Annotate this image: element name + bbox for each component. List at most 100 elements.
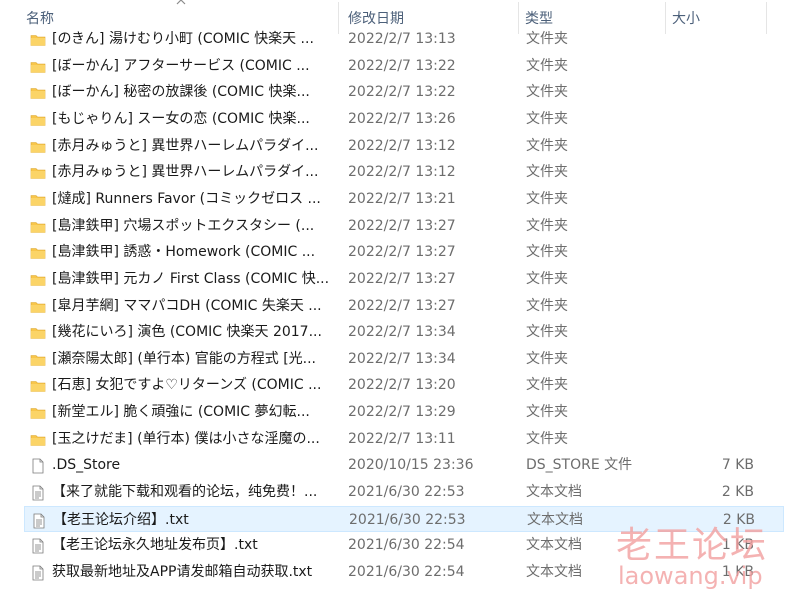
folder-icon [30,191,46,207]
item-type: 文件夹 [526,31,568,47]
item-date-modified: 2022/2/7 13:22 [348,84,456,101]
item-name: [もじゃりん] スー女の恋 (COMIC 快楽... [52,110,310,127]
folder-icon [30,58,46,74]
folder-icon [30,84,46,100]
folder-icon [30,111,46,127]
folder-icon [30,298,46,314]
item-date-modified: 2022/2/7 13:27 [348,270,456,287]
item-type: 文件夹 [526,244,568,261]
item-type: 文件夹 [526,137,568,154]
item-name: [島津鉄甲] 誘惑・Homework (COMIC ... [52,244,316,261]
item-type: 文件夹 [526,350,568,367]
item-date-modified: 2022/2/7 13:12 [348,164,456,181]
folder-icon [30,244,46,260]
item-date-modified: 2020/10/15 23:36 [348,457,474,474]
item-name: 【来了就能下载和观看的论坛，纯免费！... [52,484,318,501]
item-type: 文件夹 [526,270,568,287]
item-name: [新堂エル] 脆く頑強に (COMIC 夢幻転... [52,404,310,421]
item-name: [島津鉄甲] 穴場スポットエクスタシー (... [52,217,315,234]
item-name: [赤月みゅうと] 異世界ハーレムパラダイ... [52,164,319,181]
text-file-icon [31,512,47,529]
item-date-modified: 2022/2/7 13:34 [348,350,456,367]
item-type: 文件夹 [526,190,568,207]
folder-row[interactable]: [島津鉄甲] 元カノ First Class (COMIC 快... 2022/2… [24,266,784,292]
item-type: 文件夹 [526,430,568,447]
item-type: 文件夹 [526,84,568,101]
item-date-modified: 2022/2/7 13:27 [348,297,456,314]
folder-row[interactable]: [瀬奈陽太郎] (单行本) 官能の方程式 [光... 2022/2/7 13:34… [24,346,784,372]
folder-row[interactable]: [燵成] Runners Favor (コミックゼロス ... 2022/2/7 … [24,186,784,212]
item-name: [燵成] Runners Favor (コミックゼロス ... [52,190,321,207]
item-date-modified: 2022/2/7 13:29 [348,404,456,421]
item-name: [石恵] 女犯ですよ♡リターンズ (COMIC ... [52,377,322,394]
item-type: 文件夹 [526,217,568,234]
folder-icon [30,351,46,367]
watermark-chinese: 老王论坛 [616,525,769,566]
item-date-modified: 2022/2/7 13:20 [348,377,456,394]
file-row[interactable]: 【来了就能下载和观看的论坛，纯免费！... 2021/6/30 22:53 文本文档… [24,479,784,505]
item-name: [玉之けだま] (单行本) 僕は小さな淫魔の... [52,430,320,447]
item-type: 文件夹 [526,324,568,341]
folder-row[interactable]: [ぼーかん] アフターサービス (COMIC ... 2022/2/7 13:22… [24,53,784,79]
item-date-modified: 2022/2/7 13:27 [348,244,456,261]
text-file-icon [30,564,46,581]
item-type: 文件夹 [526,164,568,181]
folder-icon [30,377,46,393]
folder-row[interactable]: [赤月みゅうと] 異世界ハーレムパラダイ... 2022/2/7 13:12 文件夹 [24,159,784,185]
item-name: [島津鉄甲] 元カノ First Class (COMIC 快... [52,270,330,287]
text-file-icon [30,484,46,501]
folder-icon [30,271,46,287]
item-type: 文件夹 [526,404,568,421]
item-name: [赤月みゅうと] 異世界ハーレムパラダイ... [52,137,319,154]
item-type: 文件夹 [526,377,568,394]
text-file-icon [30,537,46,554]
item-name: [ぼーかん] アフターサービス (COMIC ... [52,57,310,74]
item-date-modified: 2022/2/7 13:22 [348,57,456,74]
folder-row[interactable]: [島津鉄甲] 誘惑・Homework (COMIC ... 2022/2/7 13… [24,239,784,265]
folder-icon [30,218,46,234]
item-date-modified: 2022/2/7 13:26 [348,110,456,127]
folder-row[interactable]: [玉之けだま] (单行本) 僕は小さな淫魔の... 2022/2/7 13:11 文… [24,426,784,452]
item-type: 文件夹 [526,57,568,74]
item-date-modified: 2022/2/7 13:13 [348,31,456,47]
folder-icon [30,138,46,154]
item-date-modified: 2022/2/7 13:11 [348,430,456,447]
item-name: 【老王论坛永久地址发布页】.txt [52,537,258,554]
folder-row[interactable]: [のきん] 湯けむり小町 (COMIC 快楽天 ... 2022/2/7 13:1… [24,26,784,52]
item-size: 7 KB [721,457,754,474]
item-date-modified: 2022/2/7 13:12 [348,137,456,154]
item-date-modified: 2021/6/30 22:53 [349,511,466,528]
item-name: [ぼーかん] 秘密の放課後 (COMIC 快楽... [52,84,310,101]
watermark-url: laowang.vip [618,562,763,590]
item-date-modified: 2022/2/7 13:34 [348,324,456,341]
folder-row[interactable]: [幾花にいろ] 演色 (COMIC 快楽天 2017... 2022/2/7 13… [24,319,784,345]
folder-row[interactable]: [ぼーかん] 秘密の放課後 (COMIC 快楽... 2022/2/7 13:22… [24,79,784,105]
item-name: [皐月芋網] ママパコDH (COMIC 失楽天 ... [52,297,322,314]
item-name: 获取最新地址及APP请发邮箱自动获取.txt [52,564,313,580]
file-row[interactable]: .DS_Store 2020/10/15 23:36 DS_STORE 文件 7 KB [24,452,784,478]
item-date-modified: 2022/2/7 13:21 [348,190,456,207]
item-date-modified: 2021/6/30 22:53 [348,484,465,501]
folder-icon [30,324,46,340]
folder-row[interactable]: [石恵] 女犯ですよ♡リターンズ (COMIC ... 2022/2/7 13:2… [24,372,784,398]
item-name: 【老王论坛介绍】.txt [53,511,189,528]
folder-row[interactable]: [島津鉄甲] 穴場スポットエクスタシー (... 2022/2/7 13:27 文件… [24,213,784,239]
folder-icon [30,31,46,47]
blank-file-icon [30,457,46,474]
item-type: 文本文档 [526,484,582,501]
item-type: 文件夹 [526,297,568,314]
folder-row[interactable]: [皐月芋網] ママパコDH (COMIC 失楽天 ... 2022/2/7 13:… [24,293,784,319]
item-date-modified: 2021/6/30 22:54 [348,537,465,554]
item-name: [のきん] 湯けむり小町 (COMIC 快楽天 ... [52,31,314,47]
item-type: 文件夹 [526,110,568,127]
item-date-modified: 2021/6/30 22:54 [348,564,465,580]
item-name: [瀬奈陽太郎] (单行本) 官能の方程式 [光... [52,350,317,367]
folder-row[interactable]: [もじゃりん] スー女の恋 (COMIC 快楽... 2022/2/7 13:26… [24,106,784,132]
folder-icon [30,431,46,447]
item-date-modified: 2022/2/7 13:27 [348,217,456,234]
item-name: .DS_Store [52,457,121,474]
folder-row[interactable]: [赤月みゅうと] 異世界ハーレムパラダイ... 2022/2/7 13:12 文件夹 [24,133,784,159]
folder-row[interactable]: [新堂エル] 脆く頑強に (COMIC 夢幻転... 2022/2/7 13:29… [24,399,784,425]
item-name: [幾花にいろ] 演色 (COMIC 快楽天 2017... [52,324,322,341]
item-size: 2 KB [721,484,754,501]
